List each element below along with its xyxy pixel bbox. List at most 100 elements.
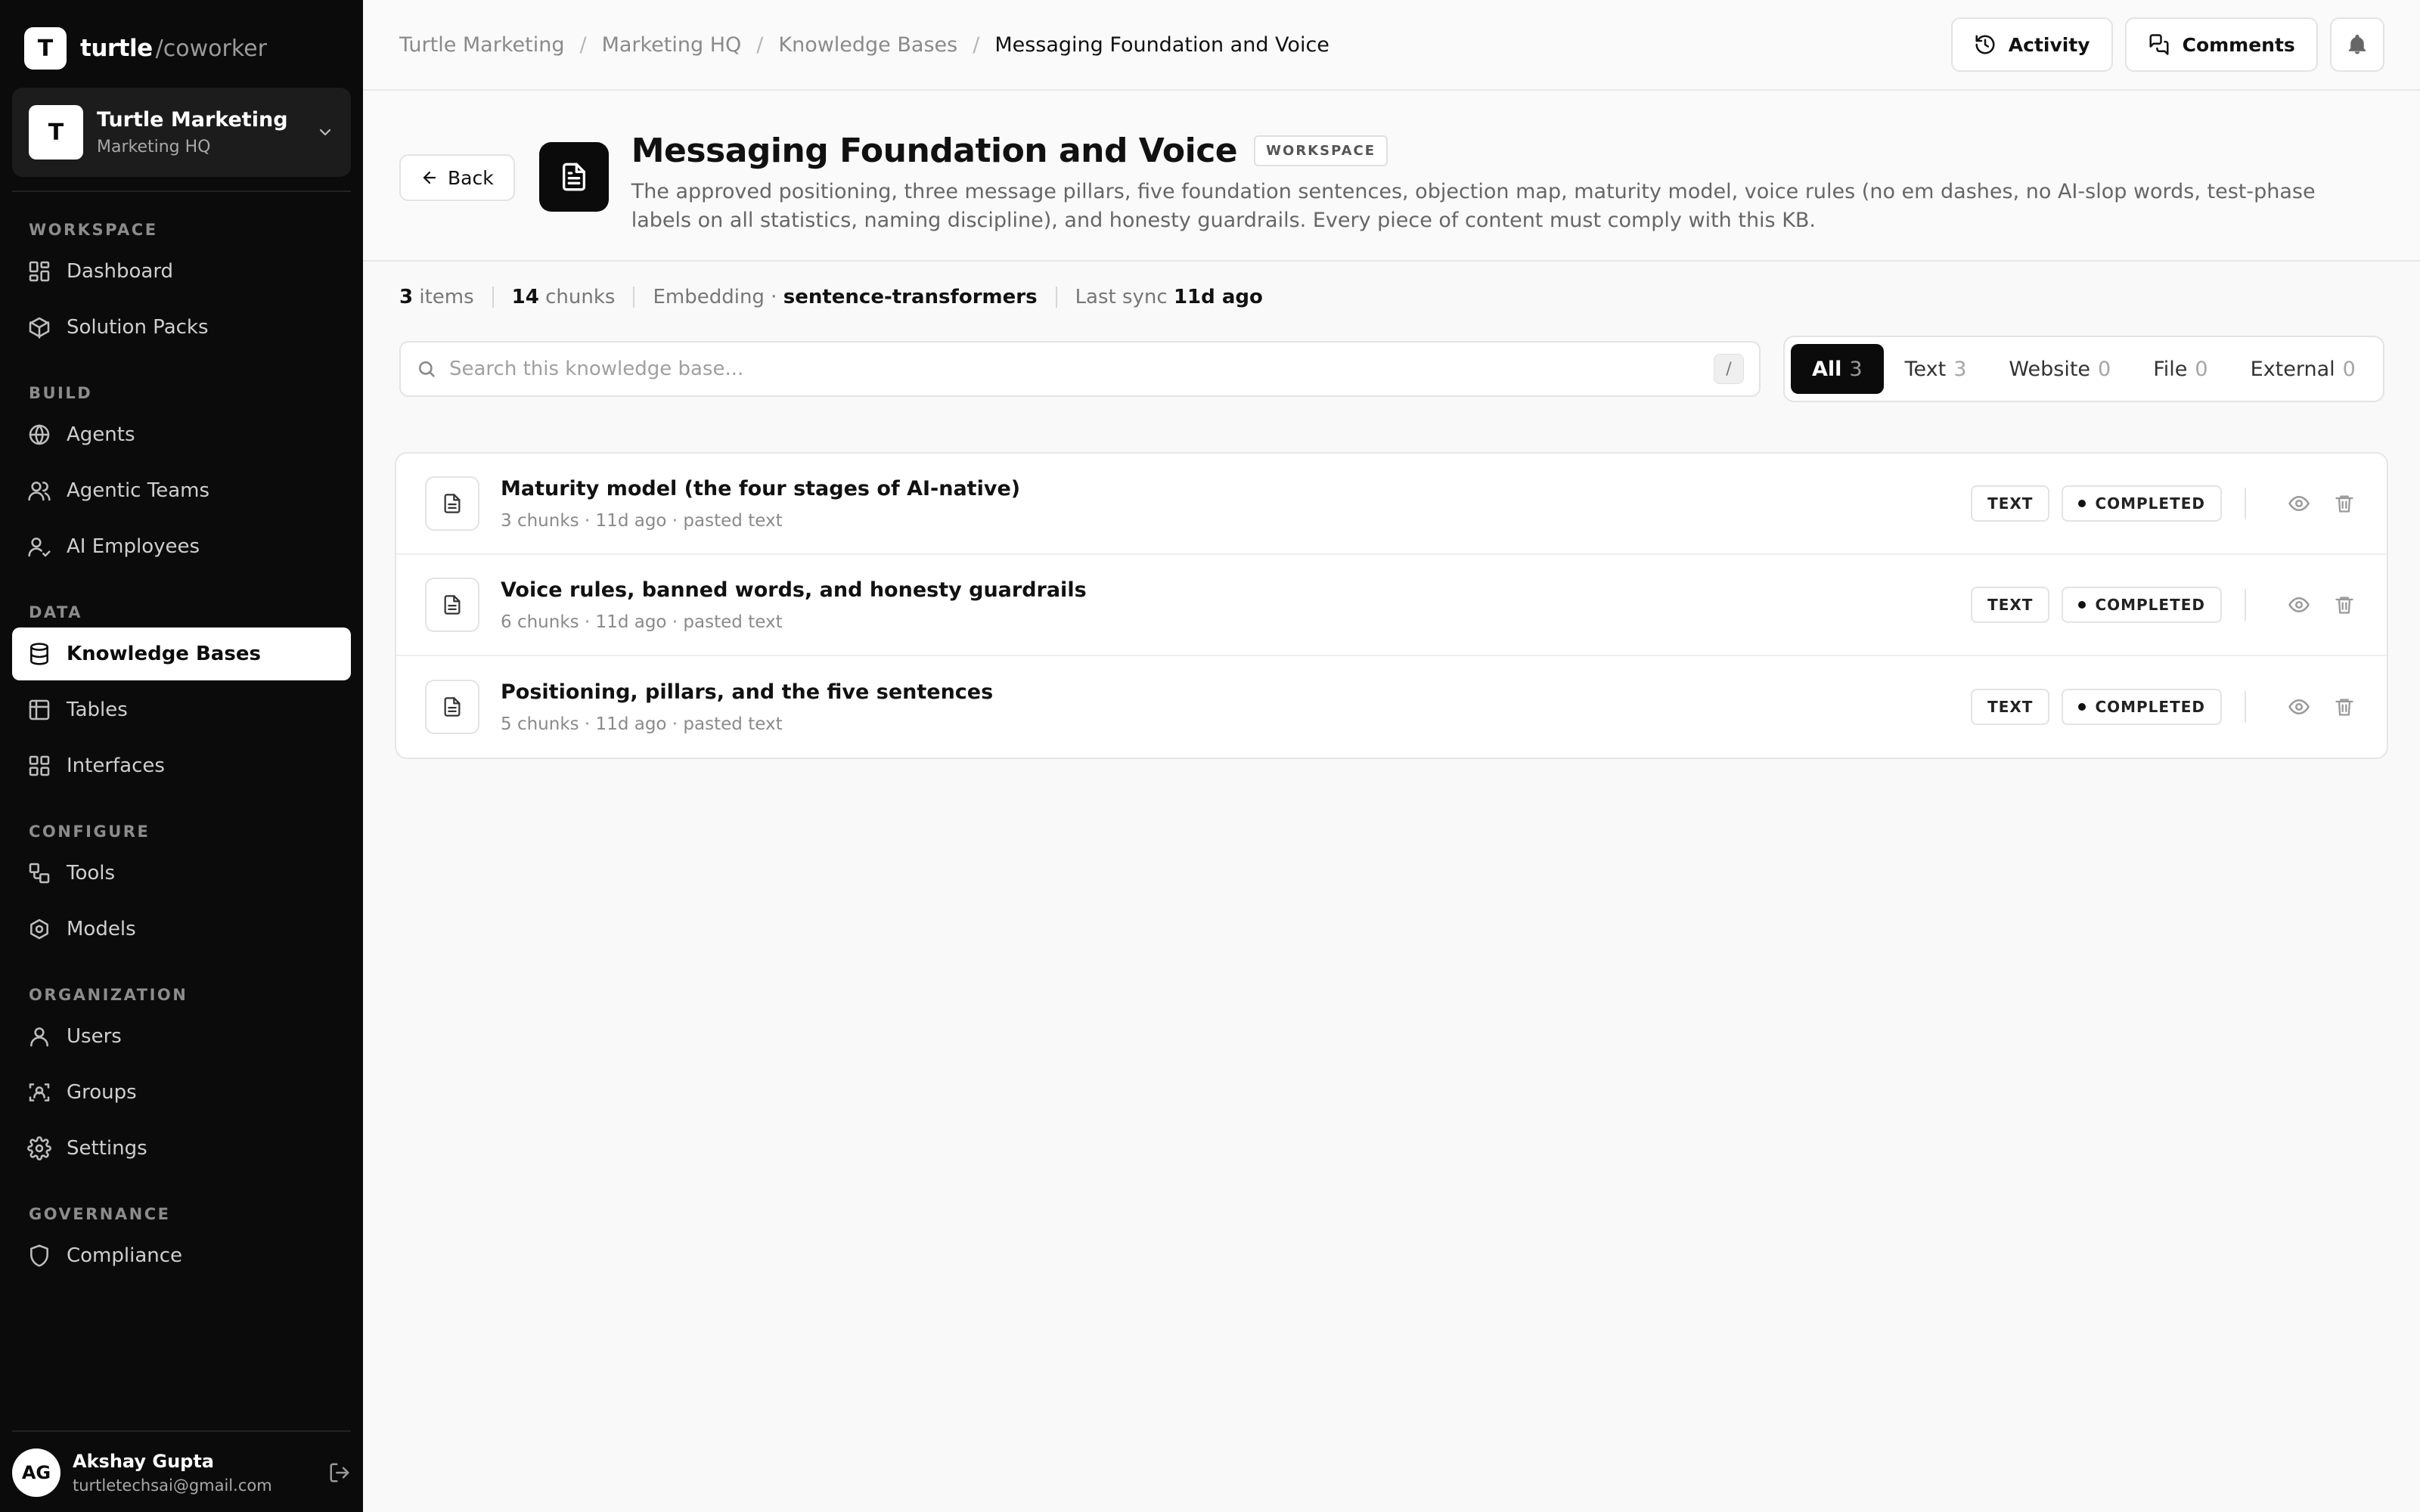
type-filter-tabs: All 3 Text 3 Website 0 File 0 External 0 bbox=[1783, 336, 2384, 402]
sidebar-item-label: Compliance bbox=[67, 1244, 183, 1267]
sync-label: Last sync bbox=[1075, 286, 1168, 308]
notifications-button[interactable] bbox=[2329, 17, 2384, 72]
tab-label: Website bbox=[2009, 357, 2091, 381]
sidebar-nav: WORKSPACE Dashboard Solution Packs BUILD Age… bbox=[12, 194, 351, 1282]
chevron-down-icon bbox=[319, 129, 331, 136]
stats-divider bbox=[633, 287, 635, 308]
sidebar-item-knowledge-bases[interactable]: Knowledge Bases bbox=[12, 627, 351, 680]
document-row[interactable]: Maturity model (the four stages of AI-na… bbox=[396, 454, 2387, 555]
database-icon bbox=[30, 643, 48, 665]
document-title[interactable]: Maturity model (the four stages of AI-na… bbox=[501, 477, 1971, 500]
row-divider bbox=[2245, 691, 2246, 723]
scope-badge: WORKSPACE bbox=[1254, 135, 1388, 166]
delete-button[interactable] bbox=[2329, 590, 2360, 620]
avatar[interactable]: AG bbox=[12, 1448, 60, 1497]
sidebar-item-groups[interactable]: Groups bbox=[12, 1066, 351, 1119]
org-sub: Marketing HQ bbox=[97, 138, 211, 156]
document-icon bbox=[444, 697, 461, 717]
sidebar-divider bbox=[12, 191, 351, 192]
breadcrumb-item[interactable]: Knowledge Bases bbox=[778, 33, 957, 57]
documents-list: Maturity model (the four stages of AI-na… bbox=[395, 452, 2388, 759]
brand-logo: T bbox=[24, 27, 67, 70]
document-type-icon bbox=[425, 680, 479, 734]
sidebar-item-dashboard[interactable]: Dashboard bbox=[12, 245, 351, 298]
delete-button[interactable] bbox=[2329, 692, 2360, 722]
activity-button[interactable]: Activity bbox=[1950, 17, 2113, 72]
kb-stats: 3 items 14 chunks Embedding · sentence-t… bbox=[363, 262, 2420, 333]
stats-divider bbox=[1055, 287, 1057, 308]
view-button[interactable] bbox=[2284, 590, 2314, 620]
breadcrumb-item[interactable]: Turtle Marketing bbox=[399, 33, 564, 57]
org-avatar: T bbox=[29, 105, 83, 160]
nav-section-governance: GOVERNANCE bbox=[29, 1205, 171, 1223]
row-divider bbox=[2245, 488, 2246, 519]
status-dot bbox=[2078, 601, 2086, 609]
back-button[interactable]: Back bbox=[399, 154, 515, 201]
view-button[interactable] bbox=[2284, 692, 2314, 722]
tab-label: External bbox=[2250, 357, 2335, 381]
bell-icon bbox=[2348, 34, 2366, 54]
user-icon bbox=[30, 1027, 48, 1047]
arrow-left-icon bbox=[423, 171, 436, 184]
sidebar-item-label: Dashboard bbox=[67, 260, 174, 283]
models-icon bbox=[30, 919, 48, 940]
tab-label: Text bbox=[1904, 357, 1947, 381]
breadcrumb-item[interactable]: Marketing HQ bbox=[602, 33, 742, 57]
sidebar-item-agentic-teams[interactable]: Agentic Teams bbox=[12, 464, 351, 517]
tab-all[interactable]: All 3 bbox=[1791, 344, 1884, 394]
sidebar-item-users[interactable]: Users bbox=[12, 1010, 351, 1063]
sidebar-item-models[interactable]: Models bbox=[12, 903, 351, 956]
sidebar-item-solution-packs[interactable]: Solution Packs bbox=[12, 301, 351, 354]
document-row[interactable]: Voice rules, banned words, and honesty g… bbox=[396, 555, 2387, 656]
delete-button[interactable] bbox=[2329, 488, 2360, 519]
search-icon bbox=[418, 361, 435, 377]
document-title[interactable]: Voice rules, banned words, and honesty g… bbox=[501, 578, 1971, 602]
view-button[interactable] bbox=[2284, 488, 2314, 519]
sidebar-item-agents[interactable]: Agents bbox=[12, 408, 351, 461]
comments-button[interactable]: Comments bbox=[2124, 17, 2318, 72]
sidebar-item-settings[interactable]: Settings bbox=[12, 1122, 351, 1175]
status-label: COMPLETED bbox=[2095, 698, 2205, 716]
topbar: Turtle Marketing / Marketing HQ / Knowledge … bbox=[363, 0, 2420, 91]
page-title: Messaging Foundation and Voice bbox=[631, 132, 1238, 170]
eye-icon bbox=[2288, 699, 2310, 714]
activity-label: Activity bbox=[2008, 33, 2090, 56]
tab-external[interactable]: External 0 bbox=[2229, 344, 2377, 394]
nav-section-configure: CONFIGURE bbox=[29, 823, 150, 841]
document-type-badge: TEXT bbox=[1971, 587, 2050, 623]
document-row[interactable]: Positioning, pillars, and the five sente… bbox=[396, 656, 2387, 758]
embedding-value: sentence-transformers bbox=[783, 286, 1038, 308]
sidebar-item-tools[interactable]: Tools bbox=[12, 847, 351, 900]
sidebar-item-compliance[interactable]: Compliance bbox=[12, 1229, 351, 1282]
kb-description: The approved positioning, three message … bbox=[631, 180, 2316, 232]
shield-icon bbox=[30, 1244, 48, 1267]
tab-file[interactable]: File 0 bbox=[2132, 344, 2229, 394]
items-count: 3 bbox=[399, 286, 414, 308]
sidebar-item-interfaces[interactable]: Interfaces bbox=[12, 739, 351, 792]
status-dot bbox=[2078, 703, 2086, 711]
nav-section-organization: ORGANIZATION bbox=[29, 986, 188, 1004]
user-check-icon bbox=[28, 538, 51, 557]
brand[interactable]: T turtle /coworker bbox=[24, 26, 363, 71]
eye-icon bbox=[2288, 597, 2310, 612]
tab-website[interactable]: Website 0 bbox=[1987, 344, 2132, 394]
layout-icon bbox=[29, 755, 50, 776]
sidebar-item-label: AI Employees bbox=[67, 535, 200, 558]
search-input[interactable] bbox=[449, 358, 1714, 380]
sidebar-item-label: Settings bbox=[67, 1137, 147, 1160]
org-switcher[interactable]: T Turtle Marketing Marketing HQ bbox=[12, 88, 351, 177]
document-title[interactable]: Positioning, pillars, and the five sente… bbox=[501, 680, 1971, 704]
document-icon bbox=[444, 595, 461, 615]
sidebar-item-label: Models bbox=[67, 918, 136, 940]
tab-count: 0 bbox=[2195, 357, 2208, 381]
sidebar: T turtle /coworker T Turtle Marketing Ma… bbox=[0, 0, 363, 1512]
tab-count: 3 bbox=[1849, 357, 1863, 381]
logout-icon[interactable] bbox=[328, 1461, 351, 1484]
package-icon bbox=[29, 317, 50, 339]
tab-text[interactable]: Text 3 bbox=[1884, 344, 1988, 394]
tab-label: File bbox=[2153, 357, 2188, 381]
sidebar-item-tables[interactable]: Tables bbox=[12, 683, 351, 736]
status-dot bbox=[2078, 500, 2086, 507]
sidebar-item-ai-employees[interactable]: AI Employees bbox=[12, 520, 351, 573]
sidebar-item-label: Tools bbox=[67, 862, 116, 885]
